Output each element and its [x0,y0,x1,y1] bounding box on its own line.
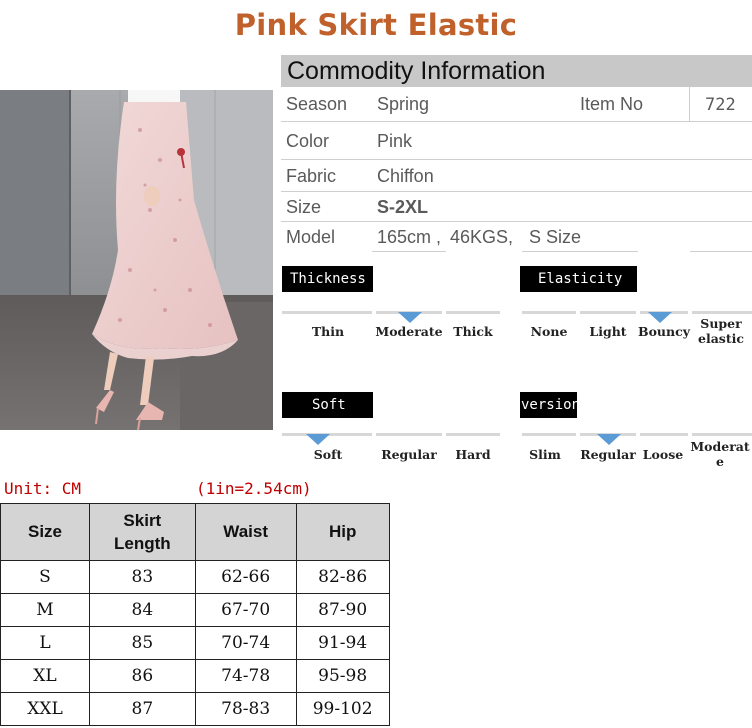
version-selected-marker [597,434,621,445]
item-no-divider [689,86,690,122]
header-hip: Hip [295,503,390,561]
elasticity-tag: Elasticity [520,266,637,292]
thickness-scale-segment [446,311,500,314]
skirt-model-image [0,90,273,430]
header-waist: Waist [194,503,297,561]
color-label: Color [286,131,330,151]
soft-option-regular: Regular [381,447,437,462]
page-title: Pink Skirt Elastic [234,8,518,42]
version-option-slim: Slim [529,447,561,462]
elasticity-scale-segment [522,311,576,314]
header-size: Size [0,503,90,561]
cell-skirt-length: 85 [89,626,196,660]
version-scale-segment [692,433,752,436]
season-label: Season [286,94,348,114]
table-row: XL 86 74-78 95-98 [0,659,390,693]
header-skirt-length: Skirt Length [89,503,196,561]
version-scale-segment [640,433,688,436]
unit-label: Unit: CM [4,479,82,498]
size-table-header-row: Size Skirt Length Waist Hip [0,503,390,561]
cell-skirt-length: 83 [89,560,196,594]
model-height: 165cm , [377,227,442,247]
cell-skirt-length: 86 [89,659,196,693]
soft-option-hard: Hard [455,447,491,462]
product-photo [0,90,273,430]
soft-selected-marker [306,434,330,445]
row-divider [281,191,752,192]
size-value: S-2XL [377,197,429,217]
model-label: Model [286,227,336,247]
cell-hip: 82-86 [295,560,390,594]
version-option-regular: Regular [580,447,636,462]
elasticity-option-light: Light [589,324,627,339]
cell-waist: 67-70 [194,593,297,627]
cell-waist: 62-66 [194,560,297,594]
thickness-option-thin: Thin [311,324,345,339]
size-table: Size Skirt Length Waist Hip S 83 62-66 82-8… [0,503,390,726]
commodity-info-header: Commodity Information [281,55,752,87]
table-row: XXL 87 78-83 99-102 [0,692,390,726]
thickness-selected-marker [398,312,422,323]
row-divider [281,159,752,160]
row-divider [690,251,752,252]
cell-size: M [0,593,90,627]
cell-hip: 87-90 [295,593,390,627]
table-row: L 85 70-74 91-94 [0,626,390,660]
fabric-label: Fabric [286,166,337,186]
model-weight: 46KGS, [450,227,514,247]
version-option-moderate: Moderate [690,439,750,469]
cell-size: L [0,626,90,660]
row-divider [281,221,752,222]
size-label: Size [286,197,322,217]
soft-tag: Soft [282,392,373,418]
thickness-option-moderate: Moderate [375,324,443,339]
elasticity-selected-marker [648,312,672,323]
table-row: S 83 62-66 82-86 [0,560,390,594]
cell-skirt-length: 87 [89,692,196,726]
thickness-tag: Thickness [282,266,373,292]
row-divider [372,251,446,252]
thickness-option-thick: Thick [453,324,493,339]
thickness-scale-segment [282,311,372,314]
soft-scale-segment [376,433,442,436]
cell-size: XL [0,659,90,693]
soft-scale-segment [446,433,500,436]
item-no-value: 722 [705,95,736,115]
cell-waist: 70-74 [194,626,297,660]
version-tag: version [520,392,580,418]
cell-size: XXL [0,692,90,726]
cell-waist: 74-78 [194,659,297,693]
elasticity-scale-segment [580,311,636,314]
version-scale-segment [522,433,576,436]
cell-size: S [0,560,90,594]
cell-hip: 99-102 [295,692,390,726]
cell-hip: 95-98 [295,659,390,693]
item-no-label: Item No [580,94,644,114]
cell-hip: 91-94 [295,626,390,660]
cell-waist: 78-83 [194,692,297,726]
elasticity-option-super-elastic: Super elastic [698,316,744,346]
elasticity-option-bouncy: Bouncy [638,324,690,339]
elasticity-option-none: None [530,324,568,339]
elasticity-scale-segment [692,311,752,314]
row-divider [522,251,638,252]
season-value: Spring [377,94,430,114]
version-option-loose: Loose [642,447,684,462]
soft-option-soft: Soft [313,447,343,462]
inch-conversion: (1in=2.54cm) [196,479,312,498]
model-size: S Size [529,227,582,247]
fabric-value: Chiffon [377,166,434,186]
row-divider [281,121,752,122]
table-row: M 84 67-70 87-90 [0,593,390,627]
cell-skirt-length: 84 [89,593,196,627]
color-value: Pink [377,131,413,151]
